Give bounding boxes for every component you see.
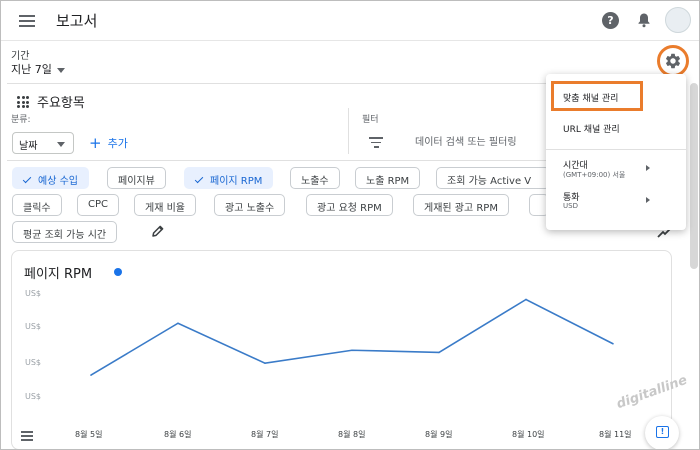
feedback-icon: ! [656,426,669,438]
menu-item-timezone[interactable]: 시간대 (GMT+09:00) 서울 [546,158,686,184]
data-point [351,349,353,352]
x-tick-label: 8월 11일 [599,429,632,439]
highlight-box [551,81,643,111]
chevron-right-icon [646,165,650,171]
menu-item-url-channels[interactable]: URL 채널 관리 [546,122,686,142]
data-point [525,298,527,301]
data-point [177,322,179,325]
x-tick-label: 8월 5일 [75,429,102,439]
menu-item-sub: (GMT+09:00) 서울 [563,171,626,179]
y-tick-label: US$ [25,289,41,298]
chevron-right-icon [646,197,650,203]
settings-menu: 맞춤 채널 관리 URL 채널 관리 시간대 (GMT+09:00) 서울 통화… [546,74,686,230]
app-window: 보고서 ? 기간 지난 7일 주요항목 분류: 날짜 + 추가 필터 데이터 검색… [0,0,700,450]
menu-item-label: URL 채널 관리 [563,125,620,135]
x-tick-label: 8월 6일 [164,429,191,439]
x-tick-label: 8월 7일 [251,429,278,439]
data-point [90,374,92,376]
series-line [90,298,614,376]
table-rows-icon[interactable] [21,431,33,443]
menu-item-currency[interactable]: 통화 USD [546,190,686,216]
x-tick-label: 8월 9일 [425,429,452,439]
feedback-button[interactable]: ! [645,416,679,449]
y-tick-label: US$ [25,358,41,367]
data-point [612,342,614,345]
menu-divider [546,149,686,150]
x-tick-label: 8월 8일 [338,429,365,439]
y-tick-label: US$ [25,322,41,331]
scrollbar[interactable] [690,83,698,269]
menu-item-sub: USD [563,202,578,210]
data-point [438,351,440,354]
y-tick-label: US$ [25,392,41,401]
x-tick-label: 8월 10일 [512,429,545,439]
data-point [264,362,266,365]
